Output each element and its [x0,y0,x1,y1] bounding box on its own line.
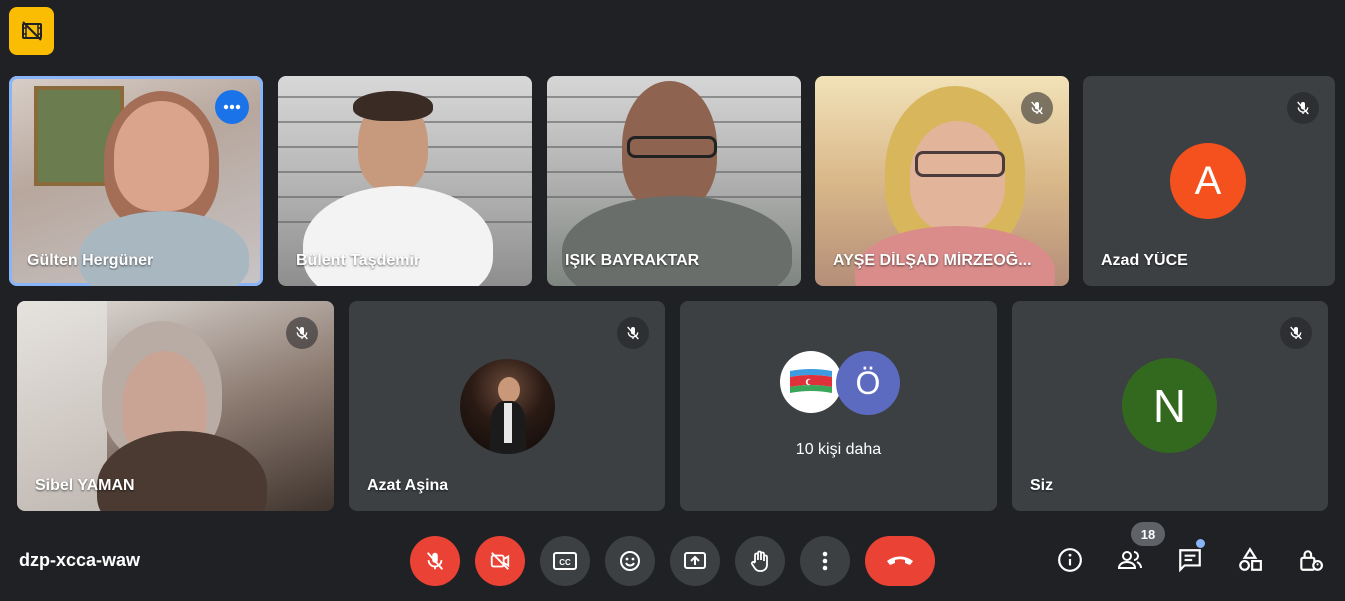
people-button[interactable] [1112,542,1148,578]
mic-off-icon [1031,101,1043,115]
participant-tile[interactable]: AYŞE DİLŞAD MİRZEOĞ... [815,76,1069,286]
mic-off-indicator [1021,92,1053,124]
participant-tile[interactable]: Bülent Taşdemir [278,76,532,286]
hangup-icon [887,556,913,565]
avatar: Ö [836,351,900,415]
avatar: A [1170,143,1246,219]
participant-tile[interactable]: Sibel YAMAN [17,301,334,511]
others-tile[interactable]: Ö 10 kişi daha [680,301,997,511]
chat-icon [1179,549,1201,573]
azerbaijan-flag-icon [790,369,832,393]
participant-tile[interactable]: Gülten Hergüner [9,76,263,286]
more-horiz-icon [223,104,241,110]
camera-toggle-button[interactable] [475,536,525,586]
mic-off-icon [296,326,308,340]
participant-name: Azad YÜCE [1101,252,1188,269]
present-icon [684,552,706,569]
avatar-photo [460,359,555,454]
chat-button[interactable] [1172,542,1208,578]
reactions-button[interactable] [605,536,655,586]
mic-off-indicator [1287,92,1319,124]
no-camera-indicator-icon[interactable] [9,7,54,55]
participant-name: Gülten Hergüner [27,252,154,269]
meeting-code: dzp-xcca-waw [19,550,141,570]
camera-off-icon [490,552,510,570]
film-off-icon [21,21,42,41]
participant-tile[interactable]: A Azad YÜCE [1083,76,1335,286]
mic-toggle-button[interactable] [410,536,460,586]
self-tile[interactable]: N Siz [1012,301,1328,511]
more-vert-icon [822,551,828,571]
activities-button[interactable] [1232,542,1268,578]
mic-off-icon [627,326,639,340]
participant-name: Siz [1030,477,1054,494]
lock-person-icon [1300,550,1323,571]
participant-tile[interactable]: IŞIK BAYRAKTAR [547,76,801,286]
mic-off-indicator [286,317,318,349]
info-icon [1058,548,1082,572]
present-screen-button[interactable] [670,536,720,586]
more-participants-label: 10 kişi daha [795,441,882,458]
raise-hand-button[interactable] [735,536,785,586]
leave-call-button[interactable] [865,536,935,586]
captions-button[interactable]: CC [540,536,590,586]
flag-avatar [780,351,842,413]
mic-off-icon [1297,101,1309,115]
mic-off-icon [426,552,444,570]
participant-name: AYŞE DİLŞAD MİRZEOĞ... [833,252,1032,269]
hand-icon [750,550,768,572]
host-controls-button[interactable] [1292,542,1328,578]
captions-text: CC [559,558,571,567]
participant-name: Bülent Taşdemir [296,252,421,269]
people-icon [1117,551,1142,569]
more-options-button[interactable] [215,90,249,124]
control-bar: dzp-xcca-waw CC 18 [0,520,1345,601]
mic-off-indicator [617,317,649,349]
participant-name: Sibel YAMAN [35,477,135,494]
activities-icon [1239,547,1262,571]
participant-name: IŞIK BAYRAKTAR [565,252,700,269]
emoji-icon [620,551,640,571]
participant-tile[interactable]: Azat Aşina [349,301,665,511]
more-options-button[interactable] [800,536,850,586]
mic-off-indicator [1280,317,1312,349]
captions-icon: CC [553,552,577,570]
participant-name: Azat Aşina [367,477,449,494]
meeting-info-button[interactable] [1052,542,1088,578]
mic-off-icon [1290,326,1302,340]
avatar: N [1122,358,1217,453]
